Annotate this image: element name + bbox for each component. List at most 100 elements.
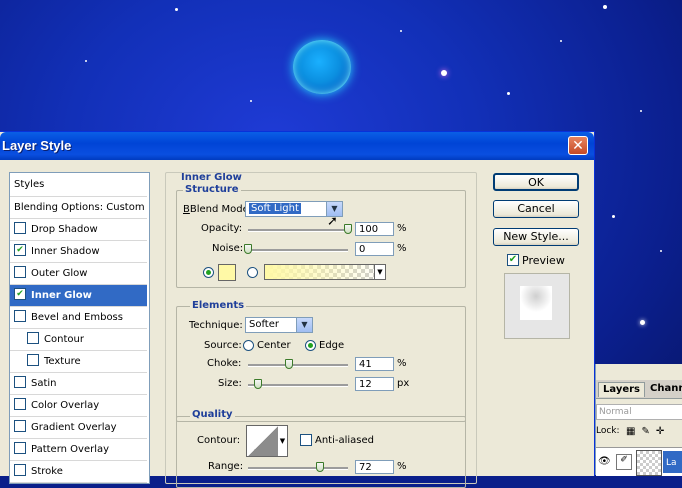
style-item-bevel-and-emboss[interactable]: Bevel and Emboss	[10, 307, 147, 329]
style-item-drop-shadow[interactable]: Drop Shadow	[10, 219, 147, 241]
style-preview-swatch	[520, 286, 552, 320]
noise-slider-track[interactable]	[248, 249, 348, 252]
style-item-checkbox[interactable]	[14, 442, 26, 454]
style-item-checkbox[interactable]	[14, 464, 26, 476]
style-item-checkbox[interactable]: ✔	[14, 288, 26, 300]
style-item-checkbox[interactable]	[14, 420, 26, 432]
dialog-title: Layer Style	[2, 138, 72, 153]
style-item-label: Color Overlay	[31, 400, 100, 411]
chevron-down-icon[interactable]: ▼	[296, 318, 312, 332]
layer-blend-mode-dropdown[interactable]: Normal	[596, 404, 682, 420]
style-item-checkbox[interactable]	[14, 266, 26, 278]
lock-icons[interactable]: ▦✎✛	[626, 426, 670, 437]
cancel-button[interactable]: Cancel	[493, 200, 579, 218]
source-edge-radio[interactable]	[305, 340, 316, 351]
source-edge-label: Edge	[319, 340, 345, 351]
style-item-stroke[interactable]: Stroke	[10, 461, 147, 483]
brush-icon[interactable]: ✐	[616, 454, 632, 470]
lock-paint-icon[interactable]: ✎	[641, 426, 655, 437]
tab-channels[interactable]: Channe	[646, 382, 682, 396]
blending-options-item[interactable]: Blending Options: Custom	[10, 197, 147, 219]
style-item-pattern-overlay[interactable]: Pattern Overlay	[10, 439, 147, 461]
structure-title: Structure	[183, 184, 241, 195]
opacity-input[interactable]: 100	[355, 222, 394, 236]
gradient-picker[interactable]: ▼	[264, 264, 386, 280]
style-item-contour[interactable]: Contour	[10, 329, 147, 351]
style-item-color-overlay[interactable]: Color Overlay	[10, 395, 147, 417]
visibility-eye-icon[interactable]: 👁	[598, 456, 611, 467]
style-item-checkbox[interactable]	[14, 398, 26, 410]
layer-row[interactable]: 👁 ✐ La	[596, 447, 682, 476]
blend-mode-value: Soft Light	[249, 203, 301, 214]
style-item-label: Contour	[44, 334, 84, 345]
style-item-outer-glow[interactable]: Outer Glow	[10, 263, 147, 285]
lock-position-icon[interactable]: ✛	[656, 426, 670, 437]
new-style-button[interactable]: New Style...	[493, 228, 579, 246]
layer-name[interactable]: La	[662, 450, 682, 474]
noise-slider-thumb[interactable]	[244, 244, 252, 254]
tab-layers[interactable]: Layers	[598, 382, 645, 397]
noise-label: Noise:	[212, 243, 244, 254]
contour-preview[interactable]	[246, 425, 280, 457]
dialog-body: Styles Blending Options: Custom Drop Sha…	[0, 160, 594, 488]
style-preview-box	[504, 273, 570, 339]
quality-group	[176, 416, 466, 488]
style-item-label: Inner Glow	[31, 290, 92, 301]
style-item-checkbox[interactable]: ✔	[14, 244, 26, 256]
style-item-satin[interactable]: Satin	[10, 373, 147, 395]
size-input[interactable]: 12	[355, 377, 394, 391]
preview-checkbox[interactable]: ✔	[507, 254, 519, 266]
style-item-gradient-overlay[interactable]: Gradient Overlay	[10, 417, 147, 439]
ok-button[interactable]: OK	[493, 173, 579, 191]
color-mode-radio[interactable]	[203, 267, 214, 278]
gradient-mode-radio[interactable]	[247, 267, 258, 278]
star	[603, 5, 607, 9]
choke-percent: %	[397, 358, 407, 369]
star	[441, 70, 447, 76]
size-px: px	[397, 378, 410, 389]
dialog-titlebar[interactable]: Layer Style ✕	[0, 132, 594, 160]
style-item-checkbox[interactable]	[14, 376, 26, 388]
range-input[interactable]: 72	[355, 460, 394, 474]
lock-transparency-icon[interactable]: ▦	[626, 426, 641, 437]
glow-color-swatch[interactable]	[218, 264, 236, 281]
contour-label: Contour:	[197, 435, 241, 446]
close-button[interactable]: ✕	[568, 136, 588, 155]
preview-label: Preview	[522, 254, 565, 267]
style-item-inner-shadow[interactable]: ✔ Inner Shadow	[10, 241, 147, 263]
opacity-slider-thumb[interactable]	[344, 224, 352, 234]
style-item-inner-glow[interactable]: ✔ Inner Glow	[10, 285, 147, 307]
styles-list: Styles Blending Options: Custom Drop Sha…	[9, 172, 150, 484]
choke-label: Choke:	[207, 358, 242, 369]
style-item-checkbox[interactable]	[14, 310, 26, 322]
choke-slider-track[interactable]	[248, 364, 348, 367]
star	[560, 40, 562, 42]
choke-slider-thumb[interactable]	[285, 359, 293, 369]
noise-percent: %	[397, 243, 407, 254]
opacity-percent: %	[397, 223, 407, 234]
style-item-checkbox[interactable]	[27, 332, 39, 344]
choke-input[interactable]: 41	[355, 357, 394, 371]
range-slider-thumb[interactable]	[316, 462, 324, 472]
star	[250, 100, 252, 102]
technique-select[interactable]: Softer ▼	[245, 317, 313, 333]
style-item-checkbox[interactable]	[27, 354, 39, 366]
size-slider-thumb[interactable]	[254, 379, 262, 389]
opacity-slider-track[interactable]	[248, 229, 348, 232]
styles-header[interactable]: Styles	[10, 173, 147, 197]
style-item-checkbox[interactable]	[14, 222, 26, 234]
source-center-radio[interactable]	[243, 340, 254, 351]
style-item-texture[interactable]: Texture	[10, 351, 147, 373]
contour-dropdown-arrow-icon[interactable]: ▼	[278, 425, 288, 457]
blend-mode-label-text: Blend Mode:	[189, 204, 253, 215]
range-label: Range:	[208, 461, 244, 472]
elements-title: Elements	[190, 300, 247, 311]
style-item-label: Gradient Overlay	[31, 422, 117, 433]
noise-input[interactable]: 0	[355, 242, 394, 256]
gradient-dropdown-arrow-icon[interactable]: ▼	[374, 265, 385, 279]
size-slider-track[interactable]	[248, 384, 348, 387]
technique-value: Softer	[249, 319, 279, 330]
anti-aliased-checkbox[interactable]	[300, 434, 312, 446]
range-slider-track[interactable]	[248, 467, 348, 470]
style-item-label: Drop Shadow	[31, 224, 98, 235]
